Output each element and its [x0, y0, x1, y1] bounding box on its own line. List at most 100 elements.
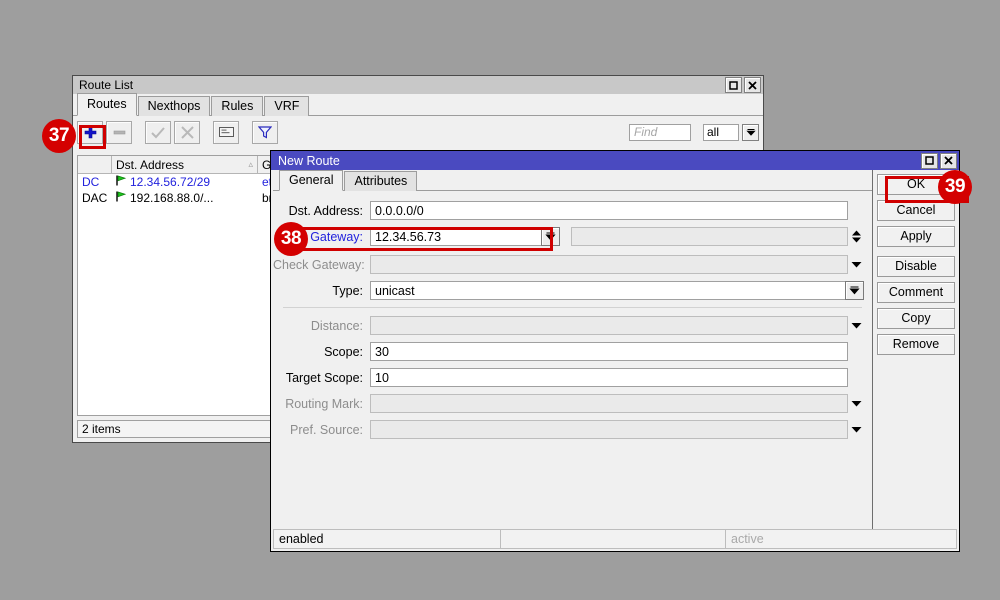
pref-source-chevron-down-icon[interactable] — [848, 426, 864, 433]
route-list-titlebar: Route List — [73, 76, 763, 94]
item-count: 2 items — [82, 422, 121, 436]
route-list-toolbar: Find all — [73, 116, 763, 148]
tab-nexthops-label: Nexthops — [147, 99, 201, 113]
pref-source-label: Pref. Source: — [290, 422, 363, 437]
tab-nexthops[interactable]: Nexthops — [137, 96, 211, 116]
row-dst-address-text: 192.168.88.0/... — [130, 191, 214, 205]
distance-field[interactable] — [370, 316, 848, 335]
new-route-titlebar: New Route — [271, 151, 959, 170]
type-field[interactable]: unicast — [370, 281, 846, 300]
row-flags: DC — [82, 175, 100, 189]
tab-attributes[interactable]: Attributes — [344, 171, 418, 191]
filter-button[interactable] — [252, 120, 278, 144]
column-header-dst-address[interactable]: Dst. Address ▵ — [112, 156, 258, 173]
form-divider — [283, 307, 862, 308]
gateway-stepper[interactable] — [848, 230, 864, 243]
maximize-icon[interactable] — [725, 77, 742, 93]
row-dst-address: 12.34.56.72/29 — [112, 174, 258, 190]
distance-label: Distance: — [310, 318, 363, 333]
target-scope-field[interactable]: 10 — [370, 368, 848, 387]
dst-address-field[interactable]: 0.0.0.0/0 — [370, 201, 848, 220]
field-row-pref-source: Pref. Source: — [273, 420, 872, 439]
routing-mark-label: Routing Mark: — [285, 396, 363, 411]
copy-button[interactable]: Copy — [877, 308, 955, 329]
routing-mark-chevron-down-icon[interactable] — [848, 400, 864, 407]
gateway-secondary-field[interactable] — [571, 227, 848, 246]
field-row-type: Type: unicast — [273, 281, 872, 300]
row-flags: DAC — [82, 191, 108, 205]
find-placeholder: Find — [634, 125, 658, 139]
row-dst-address: 192.168.88.0/... — [112, 190, 258, 206]
check-gateway-chevron-down-icon[interactable] — [848, 261, 864, 268]
add-button[interactable] — [77, 120, 103, 144]
dst-address-value: 0.0.0.0/0 — [375, 203, 424, 218]
annotation-badge-37: 37 — [42, 119, 76, 153]
route-list-title: Route List — [79, 78, 134, 92]
field-row-dst-address: Dst. Address: 0.0.0.0/0 — [273, 201, 872, 220]
new-route-tabs: General Attributes — [273, 170, 872, 191]
type-label: Type: — [332, 283, 363, 298]
column-header-flags[interactable] — [78, 156, 112, 173]
check-gateway-field[interactable] — [370, 255, 848, 274]
cross-icon — [180, 125, 194, 139]
comment-button[interactable] — [213, 120, 239, 144]
scope-value: 30 — [375, 344, 389, 359]
close-icon[interactable] — [940, 152, 957, 169]
enable-button[interactable] — [145, 120, 171, 144]
status-active: active — [725, 529, 957, 549]
dst-address-label: Dst. Address: — [288, 203, 363, 218]
tab-routes[interactable]: Routes — [77, 93, 137, 116]
route-flag-icon — [116, 175, 127, 189]
route-list-tabs: Routes Nexthops Rules VRF — [73, 93, 763, 116]
comment-icon — [218, 127, 234, 137]
scope-field[interactable]: 30 — [370, 342, 848, 361]
tab-routes-label: Routes — [87, 97, 127, 111]
check-gateway-label: Check Gateway: — [273, 257, 365, 272]
funnel-icon — [258, 126, 272, 139]
remove-button[interactable] — [106, 120, 132, 144]
gateway-field[interactable]: 12.34.56.73 — [370, 227, 542, 246]
new-route-statusbar: enabled active — [273, 529, 957, 549]
remove-button[interactable]: Remove — [877, 334, 955, 355]
scope-select[interactable]: all — [703, 123, 739, 141]
tab-vrf-label: VRF — [274, 99, 300, 113]
distance-chevron-down-icon[interactable] — [848, 322, 864, 329]
new-route-form: Dst. Address: 0.0.0.0/0 Gateway: 12.34.5… — [273, 191, 872, 523]
maximize-icon[interactable] — [921, 152, 938, 169]
disable-button[interactable] — [174, 120, 200, 144]
close-icon[interactable] — [744, 77, 761, 93]
tab-general-label: General — [289, 173, 334, 187]
row-dst-address-text: 12.34.56.72/29 — [130, 175, 211, 189]
status-enabled: enabled — [273, 529, 501, 549]
scope-select-chevron-down-icon[interactable] — [742, 123, 759, 141]
column-header-dst-address-label: Dst. Address — [116, 157, 185, 172]
disable-button[interactable]: Disable — [877, 256, 955, 277]
target-scope-value: 10 — [375, 370, 389, 385]
apply-button[interactable]: Apply — [877, 226, 955, 247]
type-dropdown-icon[interactable] — [845, 281, 864, 300]
new-route-form-panel: General Attributes Dst. Address: 0.0.0.0… — [273, 170, 873, 549]
gateway-value: 12.34.56.73 — [375, 229, 442, 244]
gateway-dropdown-icon[interactable] — [541, 227, 560, 246]
tab-vrf[interactable]: VRF — [264, 96, 310, 116]
find-input[interactable]: Find — [629, 123, 691, 141]
new-route-button-panel: OK Cancel Apply Disable Comment Copy Rem… — [877, 174, 955, 360]
scope-label: Scope: — [324, 344, 363, 359]
route-flag-icon — [116, 191, 127, 205]
field-row-routing-mark: Routing Mark: — [273, 394, 872, 413]
comment-button[interactable]: Comment — [877, 282, 955, 303]
tab-general[interactable]: General — [279, 170, 344, 191]
cancel-button[interactable]: Cancel — [877, 200, 955, 221]
tab-rules[interactable]: Rules — [211, 96, 264, 116]
annotation-badge-38: 38 — [274, 222, 308, 256]
scope-select-value: all — [707, 125, 720, 139]
routing-mark-field[interactable] — [370, 394, 848, 413]
plus-icon — [84, 126, 96, 138]
field-row-check-gateway: Check Gateway: — [273, 255, 872, 274]
field-row-gateway: Gateway: 12.34.56.73 — [273, 227, 872, 246]
check-icon — [151, 126, 165, 138]
new-route-dialog: New Route General Attributes Dst. Addres… — [270, 150, 960, 552]
field-row-scope: Scope: 30 — [273, 342, 872, 361]
tab-attributes-label: Attributes — [354, 174, 408, 188]
pref-source-field[interactable] — [370, 420, 848, 439]
